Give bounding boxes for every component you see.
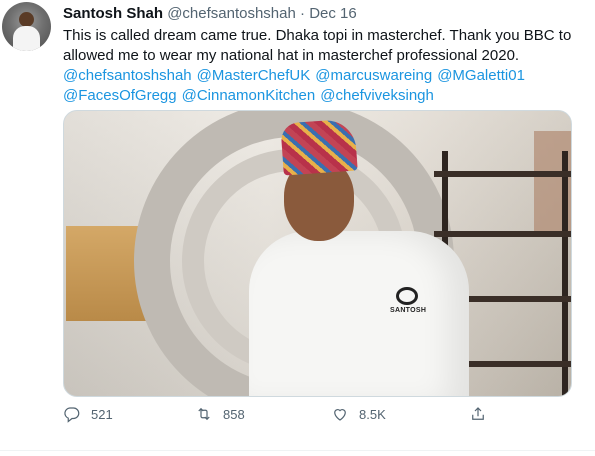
mention-link[interactable]: @MasterChefUK [197,67,311,84]
mention-link[interactable]: @chefsantoshshah [63,67,192,84]
chef-badge-name: SANTOSH [390,307,427,314]
like-button[interactable]: 8.5K [331,405,386,423]
mention-link[interactable]: @CinnamonKitchen [182,87,316,104]
tweet-actions: 521 858 8.5K [63,405,583,429]
reply-icon [64,407,80,423]
tweet-date[interactable]: Dec 16 [309,5,357,22]
chef-figure: SANTOSH [244,111,474,396]
tweet-text: This is called dream came true. Dhaka to… [63,26,583,66]
author-name[interactable]: Santosh Shah [63,5,163,22]
tweet-divider [0,450,595,451]
retweet-count: 858 [223,406,245,422]
mention-link[interactable]: @MGaletti01 [437,67,525,84]
mention-link[interactable]: @chefviveksingh [320,87,434,104]
mentions: @chefsantoshshah @MasterChefUK @marcusware… [63,66,563,106]
avatar-head [19,12,34,27]
avatar[interactable] [2,2,51,51]
like-count: 8.5K [359,406,386,422]
avatar-chef-coat [13,26,40,51]
chef-whites [249,231,469,396]
separator: · [300,5,306,22]
retweet-icon [198,407,210,421]
reply-count: 521 [91,406,113,422]
reply-button[interactable]: 521 [63,405,113,423]
mention-link[interactable]: @FacesOfGregg [63,87,177,104]
tweet-header: Santosh Shah @chefsantoshshah · Dec 16 [63,4,357,23]
author-handle[interactable]: @chefsantoshshah [167,5,296,22]
masterchef-badge-logo [396,287,418,305]
tweet[interactable]: Santosh Shah @chefsantoshshah · Dec 16 T… [0,0,595,456]
dhaka-topi-hat [280,118,358,176]
tweet-text-line: This is called dream came true. Dhaka to… [63,27,572,44]
retweet-button[interactable]: 858 [195,405,245,423]
mention-link[interactable]: @marcuswareing [315,67,432,84]
tweet-text-line: allowed me to wear my national hat in ma… [63,47,520,64]
tweet-photo[interactable]: SANTOSH [63,110,572,397]
share-icon [472,407,484,420]
share-button[interactable] [469,405,487,423]
like-icon [334,409,346,421]
chef-name-badge: SANTOSH [390,287,428,315]
